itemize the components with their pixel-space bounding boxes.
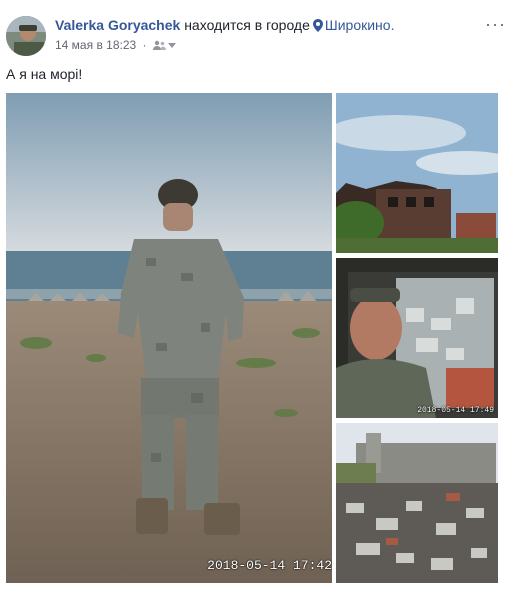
post-meta: 14 мая в 18:23 · — [55, 38, 176, 54]
author-name[interactable]: Valerka Goryachek — [55, 17, 180, 33]
location-city-link[interactable]: Широкино. — [325, 17, 395, 33]
post-timestamp[interactable]: 14 мая в 18:23 — [55, 38, 136, 52]
location-prefix: находится в городе — [184, 17, 310, 33]
photo-selfie-truck[interactable]: 2018-05-14 17:49 — [336, 258, 498, 418]
friends-icon[interactable] — [152, 40, 166, 54]
avatar[interactable] — [6, 16, 46, 56]
map-pin-icon — [312, 19, 323, 35]
facebook-post: Valerka Goryachek находится в городе Широ… — [0, 0, 506, 590]
photo-burned-building[interactable] — [336, 93, 498, 253]
post-header: Valerka Goryachek находится в городе Широ… — [55, 17, 394, 35]
photo-ruins[interactable] — [336, 423, 498, 583]
post-text: А я на морі! — [6, 66, 83, 82]
photo-main[interactable]: 2018-05-14 17:42 — [6, 93, 332, 583]
ellipsis-icon[interactable]: ··· — [485, 14, 506, 35]
meta-separator: · — [142, 38, 147, 52]
photo-timestamp: 2018-05-14 17:49 — [417, 406, 494, 415]
photo-timestamp: 2018-05-14 17:42 — [207, 558, 332, 573]
caret-down-icon[interactable] — [167, 43, 176, 48]
